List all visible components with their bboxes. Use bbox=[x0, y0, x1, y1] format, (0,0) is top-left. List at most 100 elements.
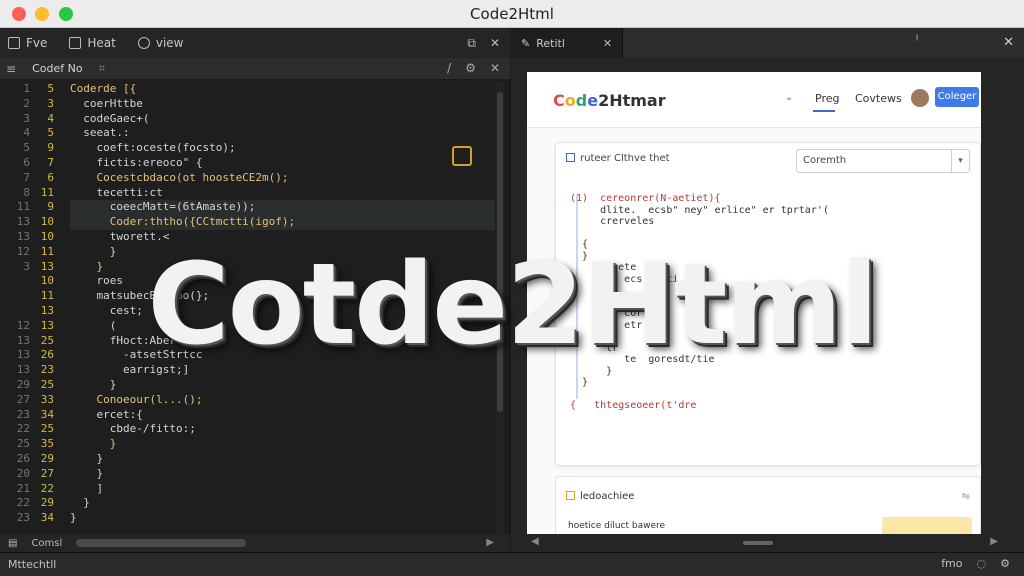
code-line[interactable]: 3 13 } bbox=[0, 260, 496, 275]
code-line-text: tworett.< bbox=[70, 230, 170, 243]
code-line[interactable]: 20 27 } bbox=[0, 467, 496, 482]
code-line[interactable]: 26 29 } bbox=[0, 452, 496, 467]
code-line[interactable]: 6 7 fictis:ereoco" { bbox=[0, 156, 496, 171]
code-line-text: cbde-/fitto:; bbox=[70, 422, 196, 436]
line-number-secondary: 3 bbox=[47, 96, 54, 110]
line-number-secondary: 10 bbox=[40, 274, 54, 288]
code-line-text: earrigst;] bbox=[70, 363, 190, 377]
menu-item-view[interactable]: view bbox=[137, 36, 184, 50]
line-number-secondary: 7 bbox=[47, 156, 54, 169]
code-line[interactable]: 11 matsubecBcztbo(}; bbox=[0, 289, 496, 304]
preview-code-line: tr bbox=[570, 342, 619, 354]
menu-item-view-label: view bbox=[155, 36, 184, 50]
menu-item-heat[interactable]: Heat bbox=[69, 36, 116, 50]
code-line[interactable]: 1 5 Coderde [{ bbox=[0, 82, 496, 97]
line-number: 23 bbox=[16, 407, 30, 421]
code-line[interactable]: 29 25 } bbox=[0, 378, 496, 393]
code-line[interactable]: 22 25 cbde-/fitto:; bbox=[0, 422, 496, 437]
preview-logo[interactable]: Code2Htmar bbox=[553, 91, 666, 110]
code-line[interactable]: 11 9 coeecMatt=(6tAmaste)); bbox=[0, 200, 496, 216]
code-line[interactable]: 13 25 fHoct:Aber bbox=[0, 334, 496, 349]
nav-link-covtews[interactable]: Covtews bbox=[855, 92, 902, 105]
close-tab-icon[interactable]: ✕ bbox=[490, 61, 500, 75]
nav-link-preg[interactable]: Preg bbox=[815, 92, 839, 105]
chevron-down-icon[interactable]: ▾ bbox=[951, 150, 969, 172]
code-editor[interactable]: 1 5 Coderde [{2 3 coerHttbe 3 4 codeGaec+(4 5 … bbox=[0, 82, 496, 534]
code-line-text: fictis:ereoco" { bbox=[70, 156, 203, 169]
code-line[interactable]: 13 26 -atsetStrtcc bbox=[0, 348, 496, 363]
pin-icon[interactable]: ╹ bbox=[914, 36, 920, 47]
code-line[interactable]: 23 34} bbox=[0, 511, 496, 526]
status-right-text[interactable]: fmo bbox=[941, 557, 962, 570]
code-line[interactable]: 13 cest; bbox=[0, 304, 496, 319]
settings-icon[interactable]: ⚙ bbox=[465, 61, 476, 75]
chevron-down-icon[interactable]: ⌄ bbox=[785, 92, 793, 103]
edit-icon[interactable]: / bbox=[447, 61, 451, 75]
code-line[interactable]: 2 3 coerHttbe bbox=[0, 97, 496, 112]
settings-icon[interactable]: ⚙ bbox=[1000, 557, 1010, 570]
code-line[interactable]: 3 4 codeGaec+( bbox=[0, 112, 496, 127]
primary-button[interactable]: Coleger bbox=[935, 87, 979, 107]
code-line[interactable]: 23 34 ercet:{ bbox=[0, 408, 496, 423]
code-line[interactable]: 12 11 } bbox=[0, 245, 496, 260]
preview-code-line: dlite. ecsb" ney" erlice" er tprtar'( bbox=[570, 204, 829, 216]
preview-code-line: crerveles bbox=[570, 216, 655, 227]
code-line-text: } bbox=[70, 244, 117, 258]
code-line[interactable]: 13 10 tworett.< bbox=[0, 230, 496, 245]
close-preview-icon[interactable]: ✕ bbox=[1003, 35, 1014, 50]
code-line[interactable]: 8 11 tecetti:ct bbox=[0, 186, 496, 201]
scroll-right-icon[interactable]: ▶ bbox=[486, 537, 494, 548]
scroll-right-icon[interactable]: ▶ bbox=[990, 536, 998, 547]
editor-horizontal-scrollbar[interactable] bbox=[76, 539, 246, 547]
line-number: 20 bbox=[16, 466, 30, 480]
code-line[interactable]: 21 22 ] bbox=[0, 482, 496, 497]
avatar[interactable] bbox=[911, 89, 929, 107]
terminal-icon[interactable]: ▤ bbox=[8, 538, 17, 549]
menu-item-file[interactable]: Fve bbox=[8, 36, 47, 50]
code-line[interactable]: 7 6 Cocestcbdaco(ot hoosteCE2m(); bbox=[0, 171, 496, 186]
code-action-icon[interactable] bbox=[452, 146, 472, 166]
preview-code-line: etr bbox=[570, 319, 643, 331]
code-card: ruteer Clthve thet Coremth ▾ (1) cereonr… bbox=[555, 142, 981, 466]
line-number-secondary: 25 bbox=[40, 333, 54, 347]
scrollbar-thumb[interactable] bbox=[497, 92, 503, 412]
preview-code-line: te goresdt/tie bbox=[570, 354, 715, 365]
code-line-text: coeecMatt=(6tAmaste)); bbox=[70, 200, 256, 214]
editor-vertical-scrollbar[interactable] bbox=[496, 82, 504, 534]
line-number-secondary: 13 bbox=[40, 318, 54, 332]
code-line[interactable]: 12 13 ( bbox=[0, 319, 496, 334]
close-preview-tab-icon[interactable]: ✕ bbox=[603, 37, 612, 50]
line-number: 5 bbox=[23, 141, 30, 155]
code-line-text: Conoeour(l...(); bbox=[70, 392, 203, 406]
code-line-text: codeGaec+( bbox=[70, 111, 150, 125]
code-line[interactable]: 4 5 seeat.: bbox=[0, 126, 496, 141]
console-label[interactable]: Comsl bbox=[31, 538, 62, 549]
preview-viewport[interactable]: Code2Htmar ⌄ Preg Covtews Coleger ruteer… bbox=[527, 72, 981, 536]
line-number-secondary: 34 bbox=[40, 511, 54, 525]
code-line-text: } bbox=[70, 511, 77, 525]
notification-icon[interactable]: ◌ bbox=[977, 557, 987, 570]
line-number: 13 bbox=[16, 230, 30, 243]
line-number-secondary: 10 bbox=[40, 215, 54, 229]
line-number-secondary: 25 bbox=[40, 378, 54, 391]
code-line[interactable]: 27 33 Conoeour(l...(); bbox=[0, 393, 496, 408]
code-line[interactable]: 25 35 } bbox=[0, 437, 496, 452]
menu-icon[interactable]: ≡ bbox=[6, 62, 16, 76]
language-select[interactable]: Coremth ▾ bbox=[796, 149, 970, 173]
drag-handle-icon[interactable]: ⇋ bbox=[962, 491, 970, 502]
grid-icon[interactable]: ⌗ bbox=[99, 62, 105, 76]
scroll-left-icon[interactable]: ◀ bbox=[531, 536, 539, 547]
line-number: 7 bbox=[23, 170, 30, 184]
code-line-text: } bbox=[70, 452, 104, 465]
split-view-icon[interactable]: ⧉ bbox=[467, 36, 476, 51]
line-number-secondary: 11 bbox=[40, 185, 54, 199]
tab-preview[interactable]: ✎ Retitl ✕ bbox=[511, 28, 624, 58]
code-line[interactable]: 22 29 } bbox=[0, 496, 496, 511]
tab-code-file[interactable]: Codef No bbox=[32, 62, 83, 75]
code-line[interactable]: 10 roes bbox=[0, 274, 496, 289]
close-icon[interactable]: ✕ bbox=[490, 36, 500, 51]
preview-scroll-thumb[interactable] bbox=[743, 541, 773, 545]
code-line[interactable]: 13 23 earrigst;] bbox=[0, 363, 496, 378]
code-line[interactable]: 5 9 coeft:oceste(focsto); bbox=[0, 141, 496, 156]
code-line[interactable]: 13 10 Coder:ththo({CCtmctti(igof); bbox=[0, 215, 496, 231]
